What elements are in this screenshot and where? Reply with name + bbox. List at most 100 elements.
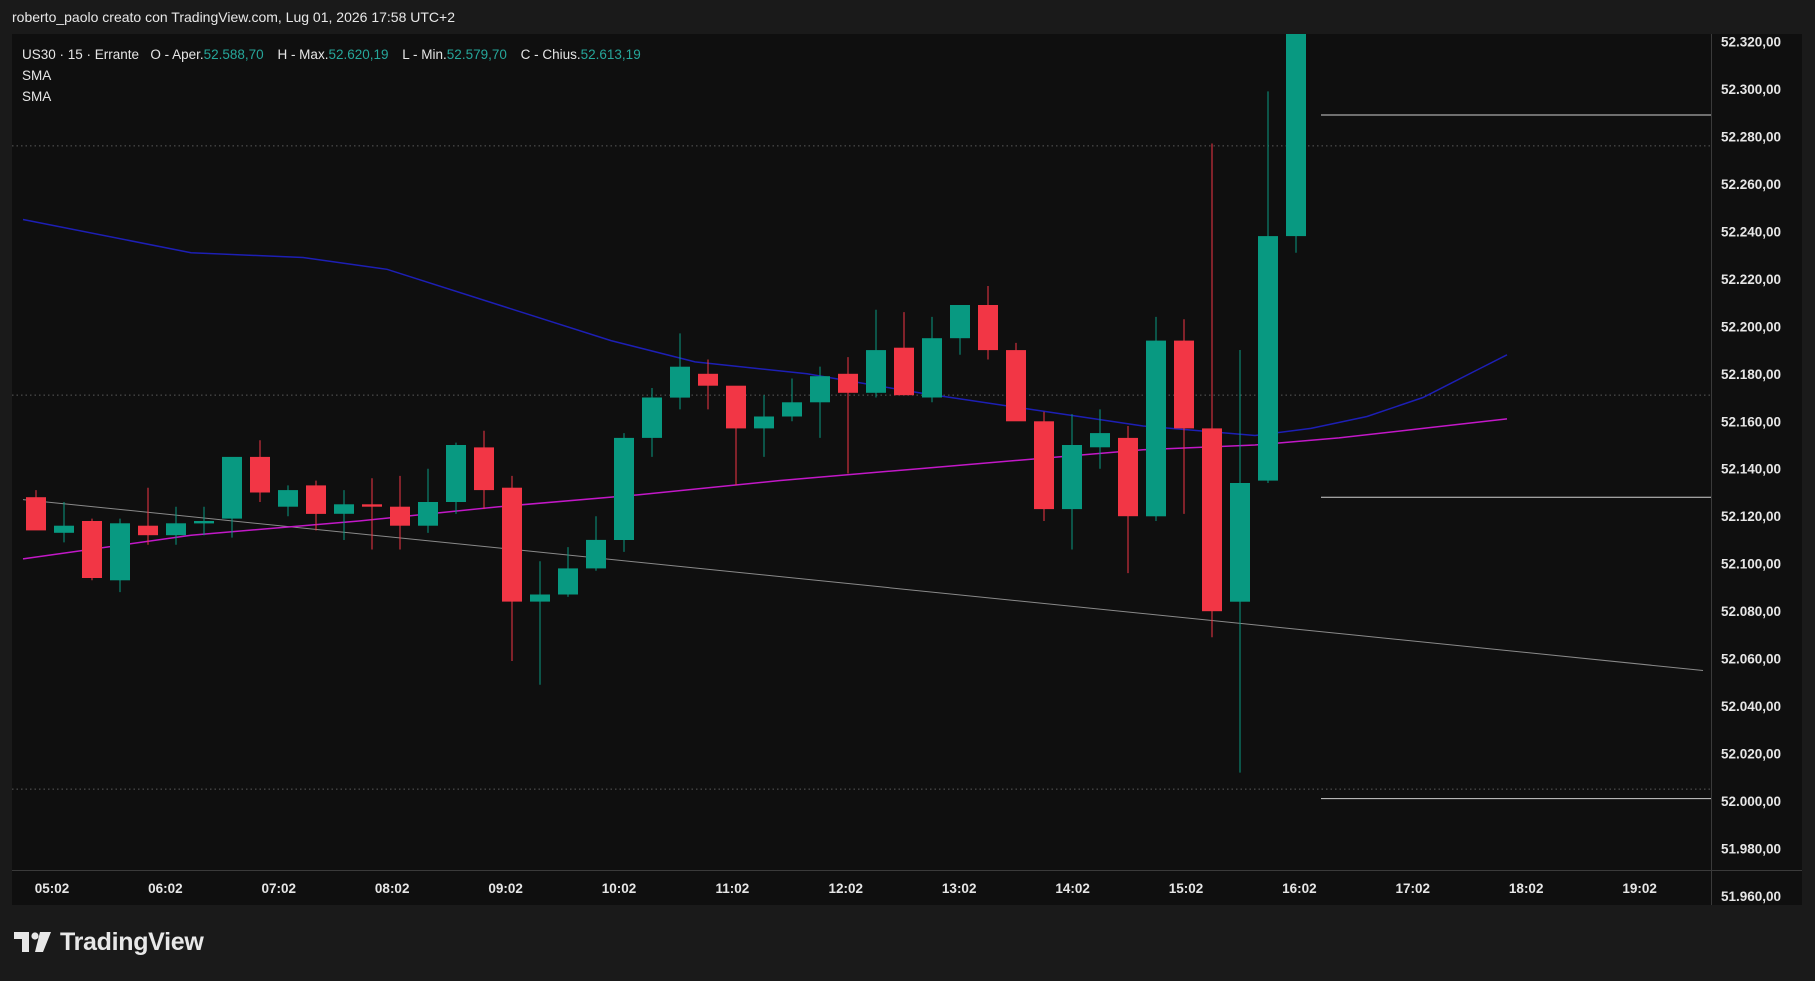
time-tick-label: 10:02	[602, 881, 637, 896]
candle-body[interactable]	[1118, 437, 1138, 517]
price-tick-label: 52.180,00	[1721, 367, 1781, 382]
candle-body[interactable]	[558, 568, 578, 595]
ohlc-legend-row: US30 · 15 · Errante O - Aper.52.588,70 H…	[22, 44, 651, 65]
candle-body[interactable]	[306, 485, 326, 514]
candle-body[interactable]	[838, 373, 858, 393]
time-tick-label: 14:02	[1055, 881, 1090, 896]
price-tick-label: 52.020,00	[1721, 747, 1781, 762]
candle-body[interactable]	[782, 402, 802, 417]
high-label: H - Max.	[277, 47, 329, 62]
candle-body[interactable]	[642, 397, 662, 438]
high-value: 52.620,19	[328, 47, 389, 62]
price-tick-label: 52.280,00	[1721, 129, 1781, 144]
price-tick-label: 52.060,00	[1721, 652, 1781, 667]
candle-body[interactable]	[1034, 421, 1054, 510]
candle-body[interactable]	[502, 487, 522, 602]
time-tick-label: 11:02	[716, 881, 750, 896]
chart-legend: US30 · 15 · Errante O - Aper.52.588,70 H…	[22, 44, 651, 107]
candle-body[interactable]	[1090, 433, 1110, 448]
price-tick-label: 51.980,00	[1721, 842, 1781, 857]
candle-body[interactable]	[334, 504, 354, 514]
candle-body[interactable]	[194, 521, 214, 524]
price-tick-label: 52.100,00	[1721, 557, 1781, 572]
time-tick-label: 15:02	[1169, 881, 1204, 896]
candle-body[interactable]	[1062, 445, 1082, 510]
candle-body[interactable]	[110, 523, 130, 581]
candle-body[interactable]	[446, 445, 466, 502]
tradingview-logo-icon	[14, 932, 51, 952]
tradingview-logo: TradingView	[14, 926, 204, 958]
candle-body[interactable]	[1258, 236, 1278, 481]
candle-body[interactable]	[726, 385, 746, 429]
candle-body[interactable]	[894, 347, 914, 396]
candle-body[interactable]	[754, 416, 774, 429]
candle-body[interactable]	[530, 594, 550, 602]
candle-body[interactable]	[810, 376, 830, 403]
price-tick-label: 52.040,00	[1721, 699, 1781, 714]
candle-body[interactable]	[390, 506, 410, 526]
candle-body[interactable]	[1202, 428, 1222, 612]
time-tick-label: 08:02	[375, 881, 410, 896]
time-tick-label: 13:02	[942, 881, 977, 896]
candle-body[interactable]	[222, 456, 242, 519]
time-tick-label: 12:02	[829, 881, 864, 896]
indicator-sma-fast[interactable]: SMA	[22, 65, 651, 86]
candle-body[interactable]	[1146, 340, 1166, 517]
time-tick-label: 17:02	[1396, 881, 1431, 896]
candle-body[interactable]	[698, 373, 718, 386]
candle-body[interactable]	[474, 447, 494, 491]
open-value: 52.588,70	[203, 47, 264, 62]
candle-body[interactable]	[950, 305, 970, 339]
price-tick-label: 52.200,00	[1721, 319, 1781, 334]
candle-body[interactable]	[278, 490, 298, 507]
tradingview-brand-text: TradingView	[60, 927, 204, 956]
time-tick-label: 19:02	[1622, 881, 1657, 896]
candle-body[interactable]	[138, 525, 158, 536]
time-tick-label: 07:02	[262, 881, 297, 896]
time-tick-label: 05:02	[35, 881, 70, 896]
chart-frame[interactable]: 51.960,00 51.980,00 52.000,00 52.020,00 52.0…	[12, 34, 1802, 905]
price-tick-label: 52.220,00	[1721, 272, 1781, 287]
symbol-info: US30 · 15 · Errante	[22, 47, 140, 62]
attribution-text: roberto_paolo creato con TradingView.com…	[12, 9, 455, 25]
price-tick-label: 52.300,00	[1721, 82, 1781, 97]
candle-body[interactable]	[166, 523, 186, 536]
price-tick-label: 52.240,00	[1721, 224, 1781, 239]
chart-attribution-header: roberto_paolo creato con TradingView.com…	[0, 0, 1815, 34]
low-label: L - Min.	[402, 47, 447, 62]
price-tick-label: 52.120,00	[1721, 509, 1781, 524]
candle-body[interactable]	[1174, 340, 1194, 429]
candle-body[interactable]	[670, 366, 690, 398]
time-tick-label: 18:02	[1509, 881, 1544, 896]
price-tick-label: 52.320,00	[1721, 34, 1781, 49]
price-tick-label: 52.140,00	[1721, 462, 1781, 477]
candle-body[interactable]	[54, 525, 74, 533]
time-tick-label: 09:02	[488, 881, 523, 896]
candle-body[interactable]	[1286, 34, 1306, 237]
price-tick-label: 52.260,00	[1721, 177, 1781, 192]
time-tick-label: 06:02	[148, 881, 183, 896]
indicator-sma-slow[interactable]: SMA	[22, 86, 651, 107]
candle-body[interactable]	[250, 456, 270, 493]
close-value: 52.613,19	[580, 47, 641, 62]
candle-body[interactable]	[922, 338, 942, 398]
price-tick-label: 52.000,00	[1721, 794, 1781, 809]
low-value: 52.579,70	[446, 47, 507, 62]
candle-body[interactable]	[26, 497, 46, 531]
candle-body[interactable]	[614, 437, 634, 540]
candle-body[interactable]	[978, 305, 998, 351]
candle-body[interactable]	[362, 504, 382, 507]
candle-body[interactable]	[1230, 483, 1250, 602]
close-label: C - Chius.	[520, 47, 581, 62]
price-tick-label: 52.160,00	[1721, 414, 1781, 429]
candle-body[interactable]	[82, 521, 102, 578]
time-tick-label: 16:02	[1282, 881, 1317, 896]
price-tick-label: 52.080,00	[1721, 604, 1781, 619]
candle-body[interactable]	[418, 502, 438, 526]
price-tick-label: 51.960,00	[1721, 889, 1781, 904]
open-label: O - Aper.	[150, 47, 204, 62]
candle-body[interactable]	[1006, 350, 1026, 422]
candle-body[interactable]	[866, 350, 886, 393]
candle-body[interactable]	[586, 539, 606, 569]
price-chart[interactable]: 51.960,00 51.980,00 52.000,00 52.020,00 52.0…	[12, 34, 1802, 905]
